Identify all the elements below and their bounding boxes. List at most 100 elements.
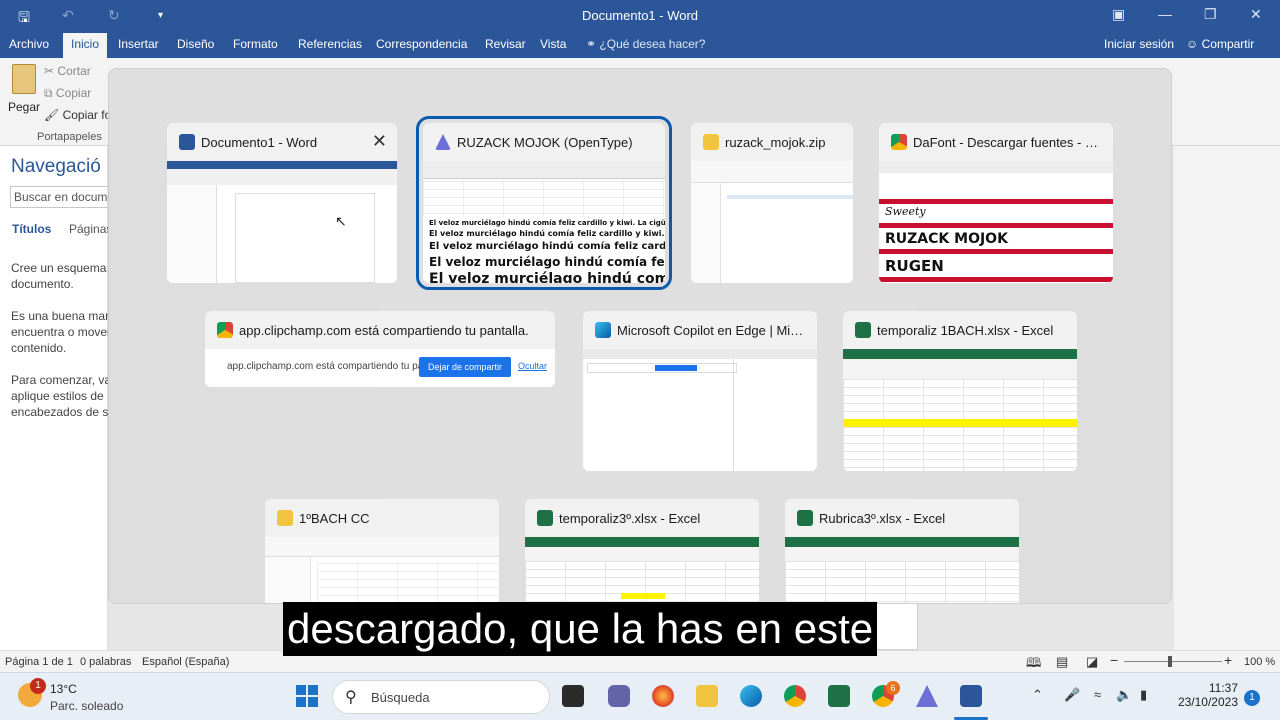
zoom-in-icon[interactable]: + (1224, 652, 1232, 668)
edge-icon (595, 322, 611, 338)
person-icon: ☺ (1186, 37, 1199, 51)
ribbon-tabs: Archivo Inicio Insertar Diseño Formato R… (0, 32, 1280, 58)
video-caption: descargado, que la has en este (283, 602, 878, 656)
format-painter-button[interactable]: 🖌 Copiar fo (44, 108, 111, 122)
window-card-label: temporaliz3º.xlsx - Excel (559, 511, 701, 526)
sign-in-link[interactable]: Iniciar sesión (1104, 37, 1174, 51)
window-card-label: 1ºBACH CC (299, 511, 370, 526)
zoom-slider-thumb[interactable] (1168, 656, 1172, 667)
zoom-level[interactable]: 100 % (1244, 656, 1275, 668)
clipboard-icon (12, 64, 36, 94)
window-card-dafont[interactable]: DaFont - Descargar fuentes - Go... Sweet… (879, 123, 1113, 283)
file-explorer-icon[interactable] (696, 685, 718, 707)
print-layout-icon[interactable]: ▤ (1056, 654, 1068, 670)
window-card-clipchamp-share[interactable]: app.clipchamp.com está compartiendo tu p… (205, 311, 555, 387)
clock[interactable]: 11:37 23/10/2023 (1172, 681, 1238, 709)
chrome-icon (217, 322, 233, 338)
dafont-font-name: RUZACK MOJOK (885, 231, 1008, 247)
teams-icon[interactable] (608, 685, 630, 707)
window-card-1bach-folder[interactable]: 1ºBACH CC (265, 499, 499, 603)
paste-button[interactable]: Pegar (8, 64, 40, 114)
excel-thumbnail (785, 537, 1019, 603)
tab-inicio[interactable]: Inicio (63, 33, 108, 58)
tab-referencias[interactable]: Referencias (298, 37, 362, 51)
dafont-font-name: RUGEN (885, 257, 944, 275)
cut-button[interactable]: ✂ Cortar (44, 64, 91, 78)
screen-share-bar: app.clipchamp.com está compartiendo tu p… (205, 349, 555, 387)
nav-tab-headings[interactable]: Títulos (12, 222, 51, 236)
excel-thumbnail (843, 349, 1077, 471)
font-preview-thumbnail: El veloz murciélago hindú comía feliz ca… (423, 161, 665, 283)
microphone-icon[interactable]: 🎤 (1064, 687, 1080, 703)
wifi-icon[interactable]: ≈ (1094, 687, 1101, 702)
brush-icon: 🖌 (44, 108, 60, 122)
clipboard-group-label: Portapapeles (37, 131, 102, 143)
font-viewer-icon[interactable] (916, 685, 938, 707)
dafont-font-name: Sweety (885, 205, 926, 218)
start-button[interactable] (296, 685, 318, 707)
window-card-zip-folder[interactable]: ruzack_mojok.zip (691, 123, 853, 283)
window-card-word[interactable]: Documento1 - Word ✕ ↖ (167, 123, 397, 283)
navigation-pane: Navegació Buscar en docume Títulos Págin… (0, 146, 130, 650)
tab-revisar[interactable]: Revisar (485, 37, 526, 51)
copy-icon: ⧉ (44, 86, 53, 100)
share-label: Compartir (1201, 37, 1255, 51)
tab-formato[interactable]: Formato (233, 37, 278, 51)
zoom-out-icon[interactable]: − (1110, 652, 1118, 668)
tell-me-label: ¿Qué desea hacer? (599, 37, 706, 51)
show-hidden-icons[interactable]: ⌃ (1032, 687, 1043, 703)
chrome-icon[interactable] (784, 685, 806, 707)
window-card-excel-temporaliz3[interactable]: temporaliz3º.xlsx - Excel (525, 499, 759, 603)
edge-thumbnail (583, 349, 817, 471)
window-card-label: temporaliz 1BACH.xlsx - Excel (877, 323, 1054, 338)
tab-correspondencia[interactable]: Correspondencia (376, 37, 467, 51)
tab-archivo[interactable]: Archivo (9, 37, 49, 51)
battery-icon[interactable]: ▮ (1140, 687, 1147, 703)
tab-vista[interactable]: Vista (540, 37, 566, 51)
folder-icon (703, 134, 719, 150)
window-card-excel-rubrica3[interactable]: Rubrica3º.xlsx - Excel (785, 499, 1019, 603)
word-count[interactable]: 0 palabras (80, 656, 131, 668)
taskbar-search[interactable]: ⚲ Búsqueda (332, 680, 550, 714)
edge-icon[interactable] (740, 685, 762, 707)
font-sample-line: El veloz murciélago hindú comía feliz ca (429, 255, 665, 269)
window-card-label: Rubrica3º.xlsx - Excel (819, 511, 946, 526)
stop-sharing-button[interactable]: Dejar de compartir (419, 357, 511, 377)
tab-insertar[interactable]: Insertar (118, 37, 159, 51)
excel-thumbnail (525, 537, 759, 603)
window-card-edge-copilot[interactable]: Microsoft Copilot en Edge | Micr... (583, 311, 817, 471)
minimize-icon[interactable]: — (1158, 6, 1172, 22)
firefox-icon[interactable] (652, 685, 674, 707)
ribbon-display-icon[interactable]: ▣ (1112, 6, 1125, 23)
web-layout-icon[interactable]: ◪ (1086, 654, 1098, 670)
tell-me-search[interactable]: ⚭ ¿Qué desea hacer? (586, 37, 705, 51)
tab-diseno[interactable]: Diseño (177, 37, 214, 51)
weather-badge: 1 (30, 678, 46, 694)
word-thumbnail: ↖ (167, 161, 397, 283)
copy-label: Copiar (55, 86, 92, 100)
share-button[interactable]: ☺ Compartir (1186, 37, 1254, 51)
window-card-label: RUZACK MOJOK (OpenType) (457, 135, 633, 150)
font-sample-line: El veloz murciélago hindú comía feliz ca (429, 271, 665, 283)
hide-link[interactable]: Ocultar (518, 361, 547, 371)
window-card-font-viewer[interactable]: RUZACK MOJOK (OpenType) El veloz murciél… (416, 116, 672, 290)
window-card-label: DaFont - Descargar fuentes - Go... (913, 135, 1103, 150)
window-card-excel-1bach[interactable]: temporaliz 1BACH.xlsx - Excel (843, 311, 1077, 471)
zoom-slider[interactable] (1124, 661, 1222, 662)
page-count[interactable]: Página 1 de 1 (5, 656, 73, 668)
paste-label: Pegar (8, 100, 41, 114)
font-sample-line: El veloz murciélago hindú comía feliz ca… (429, 229, 665, 238)
excel-icon (797, 510, 813, 526)
close-icon[interactable]: ✕ (1250, 6, 1262, 23)
volume-icon[interactable]: 🔈 (1116, 687, 1132, 703)
close-icon[interactable]: ✕ (372, 131, 387, 152)
maximize-icon[interactable]: ❐ (1204, 6, 1217, 23)
copy-button[interactable]: ⧉ Copiar (44, 86, 91, 101)
explorer-thumbnail (691, 161, 853, 283)
language[interactable]: Español (España) (142, 656, 229, 668)
notification-badge[interactable]: 1 (1244, 690, 1260, 706)
excel-icon[interactable] (828, 685, 850, 707)
nav-tab-pages[interactable]: Páginas (69, 222, 112, 236)
word-icon[interactable] (960, 685, 982, 707)
task-view-icon[interactable] (562, 685, 584, 707)
